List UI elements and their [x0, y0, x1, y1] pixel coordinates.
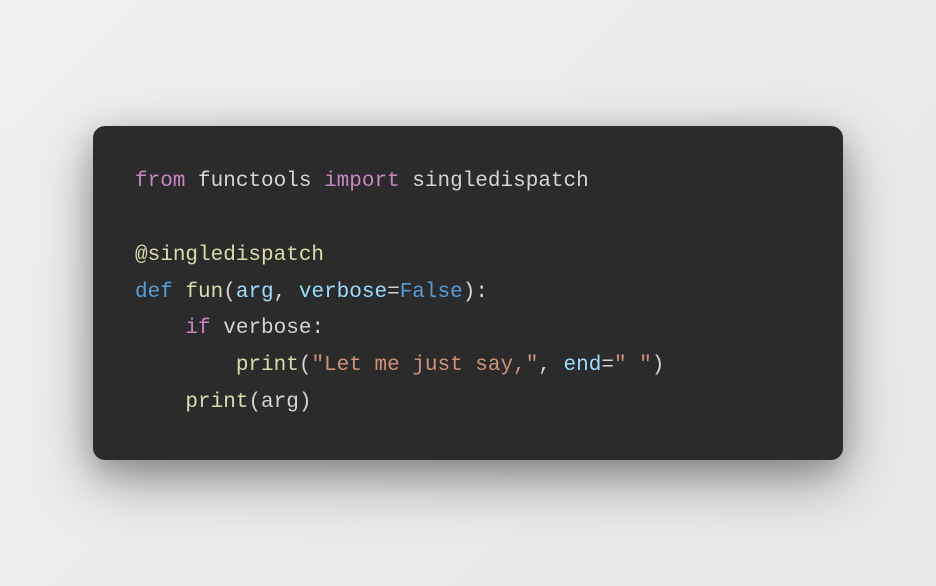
code-line-3: @singledispatch — [135, 238, 801, 275]
decorator-name: singledispatch — [148, 244, 324, 267]
paren-open: ( — [223, 281, 236, 304]
arg-var: arg — [261, 391, 299, 414]
module-name: functools — [198, 170, 311, 193]
equals: = — [387, 281, 400, 304]
paren-open: ( — [248, 391, 261, 414]
keyword-def: def — [135, 281, 173, 304]
param-verbose: verbose — [299, 281, 387, 304]
condition-var: verbose — [223, 317, 311, 340]
indent — [135, 354, 236, 377]
builtin-false: False — [400, 281, 463, 304]
paren-close: ) — [299, 391, 312, 414]
code-block: from functools import singledispatch @si… — [93, 126, 843, 459]
import-name: singledispatch — [412, 170, 588, 193]
string-literal: "Let me just say," — [311, 354, 538, 377]
space — [185, 170, 198, 193]
code-line-blank — [135, 201, 801, 238]
equals: = — [601, 354, 614, 377]
colon: : — [311, 317, 324, 340]
function-name: fun — [185, 281, 223, 304]
indent — [135, 317, 185, 340]
code-line-1: from functools import singledispatch — [135, 164, 801, 201]
string-literal-space: " " — [614, 354, 652, 377]
keyword-import: import — [324, 170, 400, 193]
call-print: print — [236, 354, 299, 377]
kwarg-end: end — [564, 354, 602, 377]
space — [211, 317, 224, 340]
comma: , — [538, 354, 563, 377]
param-arg: arg — [236, 281, 274, 304]
paren-open: ( — [299, 354, 312, 377]
space — [173, 281, 186, 304]
space — [311, 170, 324, 193]
code-line-5: if verbose: — [135, 311, 801, 348]
code-line-4: def fun(arg, verbose=False): — [135, 275, 801, 312]
keyword-from: from — [135, 170, 185, 193]
decorator-at: @ — [135, 244, 148, 267]
space — [400, 170, 413, 193]
indent — [135, 391, 185, 414]
comma: , — [274, 281, 299, 304]
call-print: print — [185, 391, 248, 414]
paren-close: ) — [652, 354, 665, 377]
code-line-7: print(arg) — [135, 385, 801, 422]
paren-close-colon: ): — [463, 281, 488, 304]
keyword-if: if — [185, 317, 210, 340]
code-line-6: print("Let me just say,", end=" ") — [135, 348, 801, 385]
